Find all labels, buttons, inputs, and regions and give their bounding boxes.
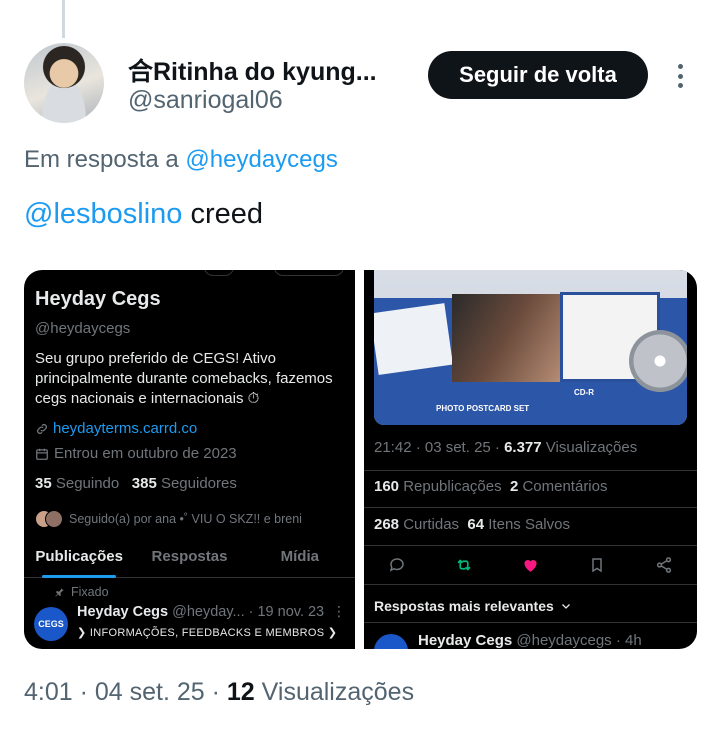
chevron-down-icon bbox=[561, 604, 570, 609]
likes-saves-row: 268 Curtidas 64 Itens Salvos bbox=[374, 516, 570, 533]
post-meta-row: 21:42 · 03 set. 25 · 6.377 Visualizações bbox=[374, 439, 637, 456]
profile-joined-text: Entrou em outubro de 2023 bbox=[54, 445, 237, 462]
profile-tabs: Publicações Respostas Mídia bbox=[24, 546, 355, 578]
profile-handle: @heydaycegs bbox=[35, 320, 131, 337]
album-caption-postcard: PHOTO POSTCARD SET bbox=[436, 404, 530, 413]
repost-icon bbox=[453, 554, 475, 576]
profile-link: heydayterms.carrd.co bbox=[35, 420, 197, 437]
pinned-post-avatar: CEGS bbox=[34, 607, 68, 641]
album-product-photo: PHOTO POSTCARD SET CD-R bbox=[374, 270, 687, 425]
pin-icon bbox=[55, 587, 64, 597]
author-handle[interactable]: @sanriogal06 bbox=[128, 86, 283, 115]
tweet-body: creed bbox=[182, 198, 264, 230]
replies-sort-label: Respostas mais relevantes bbox=[374, 598, 554, 614]
more-options-icon[interactable] bbox=[668, 60, 692, 92]
post-meta-views-label: Visualizações bbox=[541, 439, 638, 456]
post-action-bar bbox=[364, 550, 697, 580]
pinned-post-header: Heyday Cegs @heyday... · 19 nov. 23 bbox=[77, 604, 324, 620]
reply-context: Em resposta a @heydaycegs bbox=[24, 146, 338, 174]
profile-name: Heyday Cegs bbox=[35, 288, 161, 310]
profile-header-buttons bbox=[204, 270, 354, 278]
profile-counts: 35 Seguindo 385 Seguidores bbox=[35, 475, 237, 492]
media-image-profile-screenshot[interactable]: Heyday Cegs @heydaycegs Seu grupo prefer… bbox=[24, 270, 355, 649]
reply-prefix: Em resposta a bbox=[24, 146, 186, 173]
profile-bio: Seu grupo preferido de CEGS! Ativo princ… bbox=[35, 350, 333, 407]
saves-label: Itens Salvos bbox=[484, 516, 570, 533]
pinned-post-text: ❯ INFORMAÇÕES, FEEDBACKS E MEMBROS ❯ bbox=[77, 627, 338, 639]
reposts-comments-row: 160 Republicações 2 Comentários bbox=[374, 478, 607, 495]
reposts-count: 160 bbox=[374, 478, 400, 495]
profile-joined: Entrou em outubro de 2023 bbox=[35, 445, 237, 462]
post-meta-views-count: 6.377 bbox=[504, 439, 542, 456]
bookmark-icon bbox=[586, 554, 608, 576]
tweet-timestamp: 4:01 · 04 set. 25 · 12 Visualizações bbox=[24, 678, 414, 707]
following-count: 35 bbox=[35, 475, 52, 492]
album-caption-cd: CD-R bbox=[574, 388, 594, 397]
comments-label: Comentários bbox=[518, 478, 608, 495]
author-avatar[interactable] bbox=[24, 43, 104, 123]
reply-post-meta: @heydaycegs · 4h bbox=[512, 632, 642, 649]
media-image-post-screenshot[interactable]: PHOTO POSTCARD SET CD-R 21:42 · 03 set. … bbox=[364, 270, 697, 649]
saves-count: 64 bbox=[467, 516, 485, 533]
followed-by-text: Seguido(a) por ana •˚ VIU O SKZ!! e bren… bbox=[69, 512, 302, 526]
tweet-text: @lesboslino creed bbox=[24, 198, 263, 231]
pinned-label: Fixado bbox=[54, 585, 109, 599]
tweet-views-count: 12 bbox=[226, 678, 255, 706]
reply-post-header: Heyday Cegs @heydaycegs · 4h bbox=[418, 632, 642, 649]
pinned-text: Fixado bbox=[71, 585, 109, 599]
calendar-icon bbox=[36, 448, 48, 460]
following-label: Seguindo bbox=[51, 475, 120, 492]
follow-back-button[interactable]: Seguir de volta bbox=[428, 51, 648, 99]
tab-replies: Respostas bbox=[151, 548, 228, 565]
author-display-name[interactable]: 合Ritinha do kyung... bbox=[128, 52, 408, 88]
reply-mention-link[interactable]: @heydaycegs bbox=[185, 146, 337, 173]
link-icon bbox=[37, 423, 47, 434]
tweet-time[interactable]: 4:01 · 04 set. 25 · bbox=[24, 678, 227, 706]
pinned-post-meta: @heyday... · 19 nov. 23 bbox=[168, 604, 325, 620]
thread-connector-line bbox=[62, 0, 65, 38]
profile-link-text: heydayterms.carrd.co bbox=[53, 420, 198, 437]
post-meta-time: 21:42 · 03 set. 25 · bbox=[374, 439, 505, 456]
followed-by-row: Seguido(a) por ana •˚ VIU O SKZ!! e bren… bbox=[35, 510, 302, 528]
reposts-label: Republicações bbox=[399, 478, 502, 495]
tab-media: Mídia bbox=[280, 548, 319, 565]
followers-count: 385 bbox=[131, 475, 157, 492]
pinned-post-name: Heyday Cegs bbox=[77, 604, 169, 620]
followers-label: Seguidores bbox=[156, 475, 237, 492]
followed-by-avatars bbox=[35, 510, 65, 528]
likes-label: Curtidas bbox=[399, 516, 460, 533]
replies-sort-header: Respostas mais relevantes bbox=[374, 598, 572, 614]
tweet-views-label: Visualizações bbox=[254, 678, 415, 706]
tweet-mention-link[interactable]: @lesboslino bbox=[24, 198, 182, 230]
reply-post-name: Heyday Cegs bbox=[418, 632, 513, 649]
tab-posts: Publicações bbox=[24, 546, 134, 578]
share-icon bbox=[653, 554, 675, 576]
like-icon bbox=[519, 554, 541, 576]
reply-post-avatar bbox=[374, 634, 408, 649]
reply-icon bbox=[386, 554, 408, 576]
pinned-post-more-icon: ⋮ bbox=[332, 603, 346, 619]
likes-count: 268 bbox=[374, 516, 400, 533]
